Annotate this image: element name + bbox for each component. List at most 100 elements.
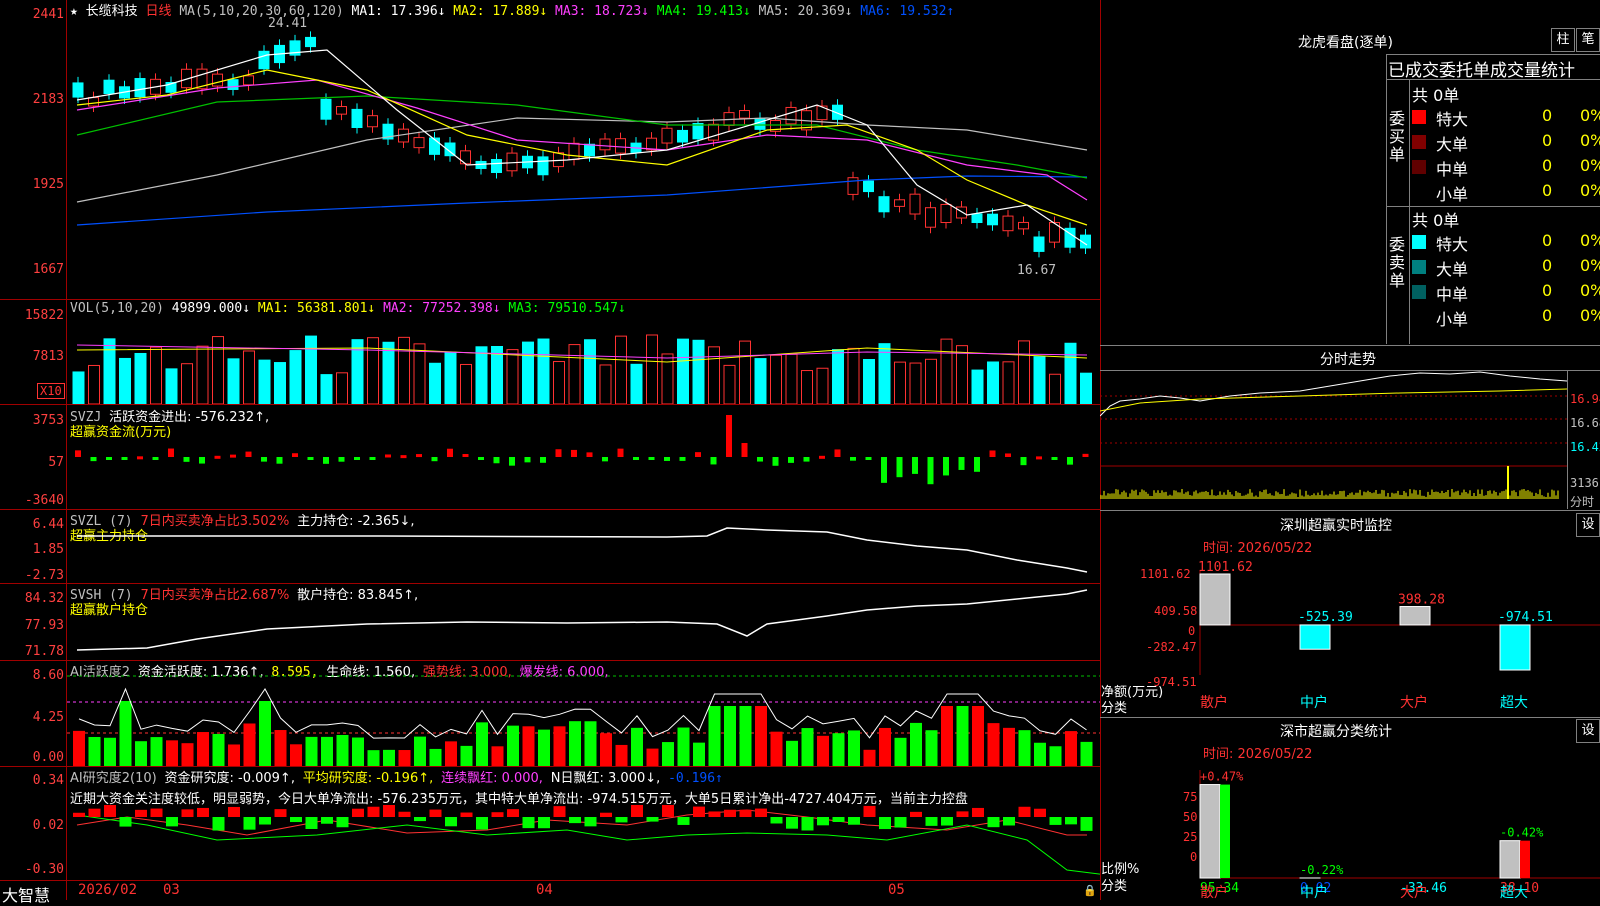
- volume-bar: [135, 353, 146, 404]
- volume-bar: [802, 371, 813, 404]
- category-label: 超大: [1500, 695, 1528, 710]
- research-bar: [352, 809, 364, 817]
- ma4-line: [77, 96, 1087, 178]
- activity-bar: [957, 706, 969, 766]
- svzj-chart[interactable]: [67, 405, 1100, 509]
- fund-flow-bar: [587, 452, 593, 457]
- sell-row-中单: 中单00%: [1412, 281, 1600, 303]
- research-bar: [957, 811, 969, 817]
- volume-bar: [538, 339, 549, 404]
- ai2-y-label: 0.02: [2, 818, 64, 833]
- volume-bar: [631, 364, 642, 404]
- bar-mode-button[interactable]: 柱: [1551, 28, 1575, 52]
- fund-flow-bar: [835, 449, 841, 457]
- activity-bar: [631, 728, 643, 766]
- sz-monitor-chart[interactable]: 1101.62散户-525.39中户398.28大户-974.51超大: [1100, 560, 1600, 710]
- research-bar: [445, 817, 457, 826]
- research-bar: [554, 806, 566, 817]
- volume-bar: [399, 337, 410, 404]
- candle-body: [538, 157, 548, 175]
- volume-bar: [1081, 373, 1092, 404]
- fund-flow-bar: [649, 457, 655, 460]
- svzl-y-label: -2.73: [2, 568, 64, 583]
- volume-bar: [771, 355, 782, 404]
- ai1-y-label: 4.25: [2, 710, 64, 725]
- legend-swatch: [1412, 285, 1426, 299]
- research-bar: [73, 813, 85, 817]
- ai1-chart[interactable]: [67, 661, 1100, 766]
- candle-body: [461, 151, 471, 164]
- activity-bar: [910, 723, 922, 766]
- fund-flow-bar: [323, 457, 329, 464]
- candle-body: [73, 83, 83, 97]
- activity-bar: [523, 726, 535, 766]
- tick-mode-button[interactable]: 笔: [1576, 28, 1600, 52]
- activity-bar: [228, 744, 240, 766]
- fund-flow-bar: [122, 457, 128, 460]
- volume-bar: [786, 354, 797, 404]
- volume-bar: [383, 342, 394, 404]
- lhb-title: 龙虎看盘(逐单): [1298, 32, 1393, 52]
- svzl-chart[interactable]: [67, 510, 1100, 583]
- svsh-chart[interactable]: [67, 584, 1100, 660]
- volume-bar: [1050, 374, 1061, 404]
- activity-bar: [476, 722, 488, 766]
- research-bar: [383, 805, 395, 817]
- activity-bar: [802, 728, 814, 766]
- activity-bar: [585, 721, 597, 766]
- candlestick-chart[interactable]: [67, 0, 1100, 299]
- volume-bar: [166, 369, 177, 404]
- ai2-chart[interactable]: [67, 805, 1100, 880]
- sz-monitor-settings-button[interactable]: 设: [1576, 513, 1600, 537]
- volume-bar: [228, 359, 239, 404]
- volume-bar: [321, 375, 332, 404]
- candle-body: [988, 214, 998, 225]
- activity-bar: [275, 730, 287, 766]
- volume-bar: [678, 339, 689, 404]
- ai1-y-label: 0.00: [2, 750, 64, 765]
- activity-bar: [414, 737, 426, 766]
- intraday-chart[interactable]: [1100, 371, 1567, 509]
- fund-flow-bar: [726, 415, 732, 457]
- pct-label: +0.47%: [1200, 770, 1244, 784]
- activity-bar: [135, 741, 147, 766]
- research-bar: [476, 817, 488, 830]
- research-bar: [585, 817, 597, 826]
- x-axis-label: 05: [888, 882, 905, 898]
- fund-flow-bar: [153, 457, 159, 460]
- research-bar: [972, 808, 984, 817]
- activity-bar: [879, 728, 891, 766]
- volume-bar: [709, 347, 720, 404]
- activity-bar: [755, 706, 767, 766]
- fund-flow-bar: [695, 452, 701, 457]
- buy-row-大单: 大单00%: [1412, 131, 1600, 153]
- lock-icon[interactable]: 🔒: [1083, 884, 1097, 897]
- activity-bar: [306, 737, 318, 766]
- research-bar: [414, 817, 426, 821]
- fund-flow-bar: [246, 452, 252, 457]
- fund-flow-bar: [1083, 454, 1089, 457]
- volume-bar: [89, 365, 100, 404]
- research-bar: [600, 813, 612, 817]
- candle-body: [104, 80, 114, 93]
- research-bar: [740, 810, 752, 817]
- activity-bar: [166, 740, 178, 766]
- kline-y-label: 1667: [2, 262, 64, 277]
- candle-body: [337, 107, 347, 115]
- sz-class-chart[interactable]: +0.47%95.34-0.22%0.02-33.46-0.42%38.10: [1100, 760, 1600, 900]
- lhb-header: 已成交委托单成交量统计: [1388, 56, 1600, 81]
- volume-chart[interactable]: [67, 300, 1100, 404]
- sz-class-settings-button[interactable]: 设: [1576, 719, 1600, 743]
- pct-label: -0.42%: [1500, 826, 1544, 840]
- ma3-line: [77, 80, 1087, 200]
- research-bar: [941, 817, 953, 826]
- fund-flow-bar: [850, 457, 856, 461]
- x-axis-label: 2026/02: [78, 882, 137, 898]
- legend-swatch: [1412, 185, 1426, 199]
- candle-body: [259, 51, 269, 68]
- research-bar: [290, 817, 302, 822]
- buy-row-小单: 小单00%: [1412, 181, 1600, 203]
- fund-flow-bar: [463, 454, 469, 457]
- bar-value-label: 1101.62: [1198, 560, 1253, 575]
- svsh-y-label: 84.32: [2, 591, 64, 606]
